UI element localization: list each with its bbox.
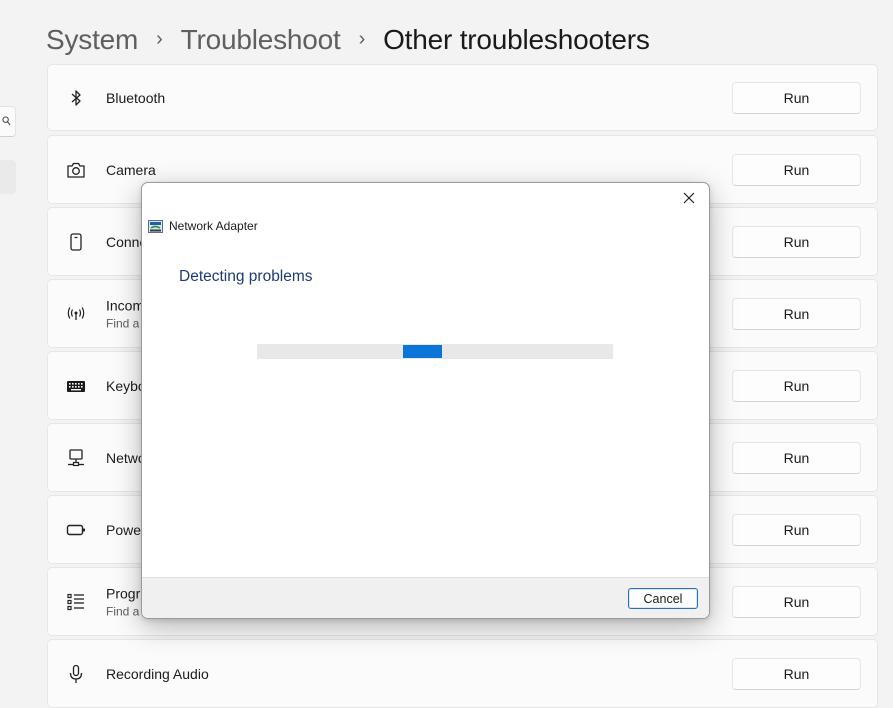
network-adapter-dialog: Network Adapter Detecting problems Cance… [141,182,710,619]
breadcrumb-troubleshoot[interactable]: Troubleshoot [181,24,341,56]
wireless-signal-icon [65,303,87,325]
breadcrumb-system[interactable]: System [46,24,138,56]
breadcrumb: System › Troubleshoot › Other troublesho… [46,20,650,60]
troubleshooter-description: Find a [106,604,140,618]
progress-bar [257,344,613,359]
cancel-button[interactable]: Cancel [628,588,698,609]
phone-icon [65,231,87,253]
bluetooth-icon [65,87,87,109]
dialog-title: Network Adapter [169,219,258,233]
troubleshooter-title: Powe [106,521,142,538]
camera-icon [65,159,87,181]
troubleshooter-title: Netwo [106,449,146,466]
dialog-close-button[interactable] [675,185,703,211]
troubleshooter-title: Incom [106,297,145,313]
dialog-status-heading: Detecting problems [179,268,313,285]
sidebar-item-system-selected[interactable] [0,160,16,194]
troubleshooter-title: Bluetooth [106,89,166,106]
progress-bar-marquee [403,345,442,358]
battery-icon [65,519,87,541]
settings-search-box[interactable] [0,106,16,137]
troubleshooter-title: Progr [106,585,141,601]
breadcrumb-separator: › [358,27,366,50]
close-icon [683,192,695,204]
troubleshooter-title: Recording Audio [106,665,209,682]
run-bluetooth-button[interactable]: Run [732,81,861,114]
troubleshooter-title: Camera [106,161,156,178]
run-incoming-button[interactable]: Run [732,297,861,330]
troubleshooter-recording-audio: Recording Audio Run [47,639,878,708]
run-keyboard-button[interactable]: Run [732,369,861,402]
search-icon [2,116,11,126]
keyboard-icon [65,375,87,397]
run-programs-button[interactable]: Run [732,585,861,618]
list-icon [65,591,87,613]
run-network-button[interactable]: Run [732,441,861,474]
network-troubleshooter-icon [148,219,163,233]
troubleshooter-bluetooth: Bluetooth Run [47,64,878,131]
run-recording-audio-button[interactable]: Run [732,657,861,690]
dialog-title-bar: Network Adapter [148,219,258,233]
breadcrumb-separator: › [156,27,163,50]
troubleshooter-title: Keybo [106,377,146,394]
dialog-footer: Cancel [142,577,709,618]
microphone-icon [65,663,87,685]
run-camera-button[interactable]: Run [732,153,861,186]
troubleshooter-description: Find a [106,316,140,330]
run-connections-button[interactable]: Run [732,225,861,258]
network-computer-icon [65,447,87,469]
page-title: Other troubleshooters [383,24,650,55]
run-power-button[interactable]: Run [732,513,861,546]
